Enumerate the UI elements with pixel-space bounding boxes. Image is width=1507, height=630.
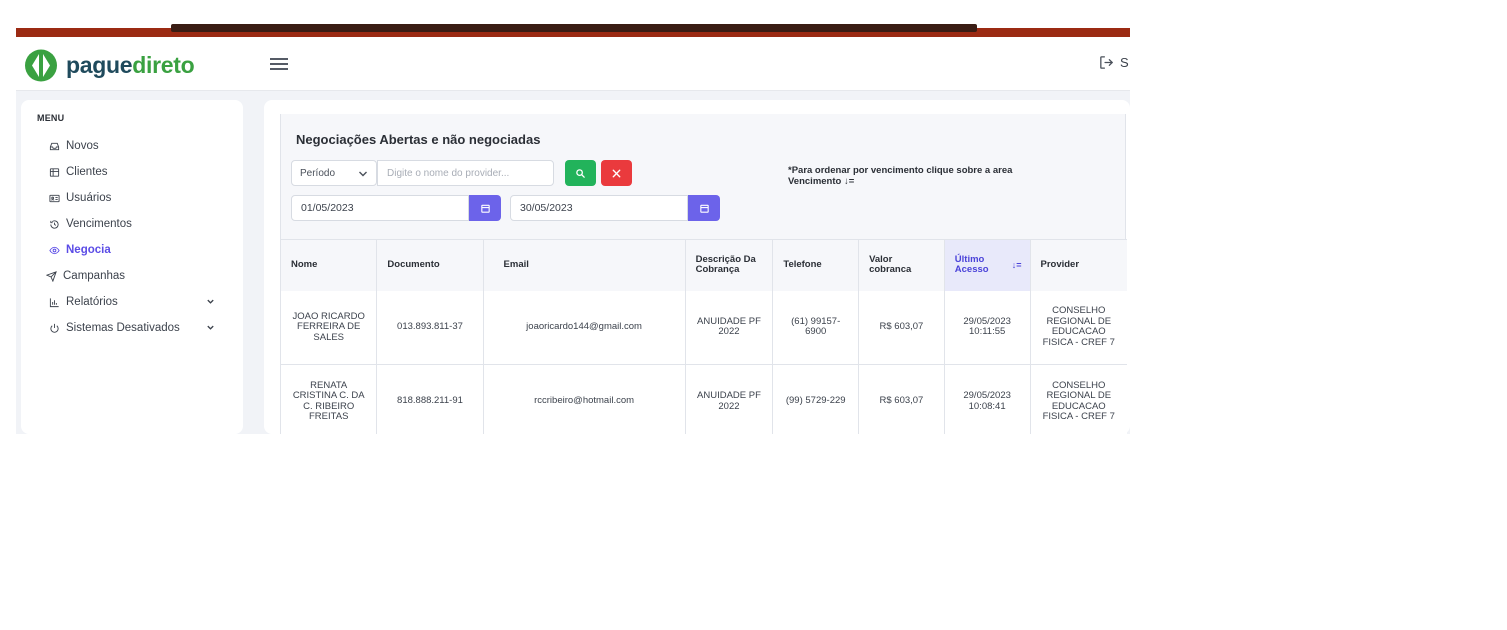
logout-label: S: [1120, 55, 1129, 70]
column-header-email[interactable]: Email: [483, 239, 686, 291]
sidebar-item-label: Campanhas: [63, 270, 126, 282]
cell-email: rccribeiro@hotmail.com: [483, 364, 686, 434]
chevron-down-icon[interactable]: [206, 297, 215, 306]
cell-telefone: (99) 5729-229: [772, 364, 860, 434]
logo-text-pague: pague: [66, 52, 133, 78]
sidebar-item-usuarios[interactable]: Usuários: [21, 185, 243, 211]
cell-telefone: (61) 99157-6900: [772, 290, 860, 365]
column-header-descricao[interactable]: Descrição Da Cobrança: [685, 239, 774, 291]
sidebar-nav: Novos Clientes Usuários Vencimentos Nego…: [21, 133, 243, 341]
logout-icon: [1100, 56, 1113, 69]
calendar-icon: [480, 204, 490, 213]
history-icon: [49, 219, 60, 230]
order-hint-text: *Para ordenar por vencimento clique sobr…: [788, 165, 1013, 187]
column-header-telefone[interactable]: Telefone: [772, 239, 860, 291]
column-header-valor[interactable]: Valor cobranca: [858, 239, 945, 291]
chevron-down-icon[interactable]: [206, 323, 215, 332]
calendar-button[interactable]: [688, 195, 720, 221]
sidebar-item-label: Relatórios: [66, 296, 118, 308]
hamburger-menu-icon[interactable]: [270, 56, 288, 72]
cell-documento: 818.888.211-91: [376, 364, 484, 434]
eye-icon: [49, 245, 60, 256]
search-button[interactable]: [565, 160, 596, 186]
chevron-down-icon: [359, 171, 367, 177]
calendar-button[interactable]: [469, 195, 501, 221]
cell-valor: R$ 603,07: [858, 364, 945, 434]
cell-provider: CONSELHO REGIONAL DE EDUCACAO FISICA - C…: [1030, 364, 1127, 434]
logo-mark-icon: [25, 49, 57, 82]
sidebar-item-label: Usuários: [66, 192, 112, 204]
chart-icon: [49, 297, 60, 308]
cell-nome: RENATA CRISTINA C. DA C. RIBEIRO FREITAS: [281, 364, 378, 434]
sidebar-item-clientes[interactable]: Clientes: [21, 159, 243, 185]
sidebar: MENU Novos Clientes Usuários Vencimentos…: [21, 100, 243, 434]
negotiations-panel: Negociações Abertas e não negociadas Per…: [280, 114, 1127, 434]
page-title: Negociações Abertas e não negociadas: [296, 132, 541, 147]
menu-title: MENU: [37, 113, 65, 123]
column-header-provider[interactable]: Provider: [1030, 239, 1127, 291]
table-row[interactable]: RENATA CRISTINA C. DA C. RIBEIRO FREITAS…: [281, 364, 1127, 434]
brand-logo[interactable]: paguedireto: [23, 49, 195, 82]
end-date-input[interactable]: 30/05/2023: [510, 195, 688, 221]
close-icon: [612, 169, 621, 177]
period-select[interactable]: Período: [291, 160, 377, 186]
top-header: paguedireto S: [16, 37, 1130, 91]
sidebar-item-novos[interactable]: Novos: [21, 133, 243, 159]
cell-ultimo-acesso: 29/05/2023 10:11:55: [944, 290, 1031, 365]
send-icon: [46, 270, 57, 282]
browser-address-area: [171, 24, 977, 32]
sidebar-item-label: Vencimentos: [66, 218, 132, 230]
users-card-icon: [49, 193, 60, 204]
column-header-documento[interactable]: Documento: [376, 239, 484, 291]
logo-text-direto: direto: [132, 52, 195, 78]
cell-descricao: ANUIDADE PF 2022: [685, 364, 774, 434]
sidebar-item-campanhas[interactable]: Campanhas: [21, 263, 243, 289]
column-header-nome[interactable]: Nome: [281, 239, 378, 291]
sidebar-item-negocia[interactable]: Negocia: [21, 237, 243, 263]
table-header-row: Nome Documento Email Descrição Da Cobran…: [281, 239, 1127, 291]
cell-nome: JOAO RICARDO FERREIRA DE SALES: [281, 290, 378, 365]
cell-documento: 013.893.811-37: [376, 290, 484, 365]
end-date-picker[interactable]: 30/05/2023: [510, 195, 720, 221]
cell-valor: R$ 603,07: [858, 290, 945, 365]
sort-icon: ↓=: [1011, 260, 1022, 270]
logout-button[interactable]: S: [1098, 54, 1129, 71]
browser-top-strip: [16, 17, 1130, 37]
power-icon: [49, 323, 60, 334]
cell-descricao: ANUIDADE PF 2022: [685, 290, 774, 365]
sidebar-item-label: Clientes: [66, 166, 108, 178]
table-row[interactable]: JOAO RICARDO FERREIRA DE SALES 013.893.8…: [281, 290, 1127, 365]
app-screenshot: paguedireto S MENU Novos Clientes Usuári…: [16, 17, 1130, 434]
cell-ultimo-acesso: 29/05/2023 10:08:41: [944, 364, 1031, 434]
column-header-label: Último Acesso: [954, 253, 989, 276]
clear-button[interactable]: [601, 160, 632, 186]
sidebar-item-label: Negocia: [66, 244, 111, 256]
main-card: Negociações Abertas e não negociadas Per…: [264, 100, 1130, 434]
negotiations-table: Nome Documento Email Descrição Da Cobran…: [281, 239, 1127, 434]
calendar-icon: [699, 204, 709, 213]
sidebar-item-sistemas-desativados[interactable]: Sistemas Desativados: [21, 315, 243, 341]
search-icon: [576, 168, 585, 178]
start-date-input[interactable]: 01/05/2023: [291, 195, 469, 221]
cell-email: joaoricardo144@gmail.com: [483, 290, 686, 365]
provider-search-input[interactable]: [377, 160, 554, 186]
sidebar-item-vencimentos[interactable]: Vencimentos: [21, 211, 243, 237]
clients-icon: [49, 167, 60, 178]
sidebar-item-label: Sistemas Desativados: [66, 322, 180, 334]
cell-provider: CONSELHO REGIONAL DE EDUCACAO FISICA - C…: [1030, 290, 1127, 365]
inbox-icon: [49, 141, 60, 152]
period-select-value: Período: [300, 167, 336, 179]
column-header-ultimo-acesso[interactable]: Último Acesso ↓=: [944, 239, 1031, 291]
sidebar-item-relatorios[interactable]: Relatórios: [21, 289, 243, 315]
logo-text: paguedireto: [66, 52, 195, 78]
start-date-picker[interactable]: 01/05/2023: [291, 195, 501, 221]
sidebar-item-label: Novos: [66, 140, 99, 152]
